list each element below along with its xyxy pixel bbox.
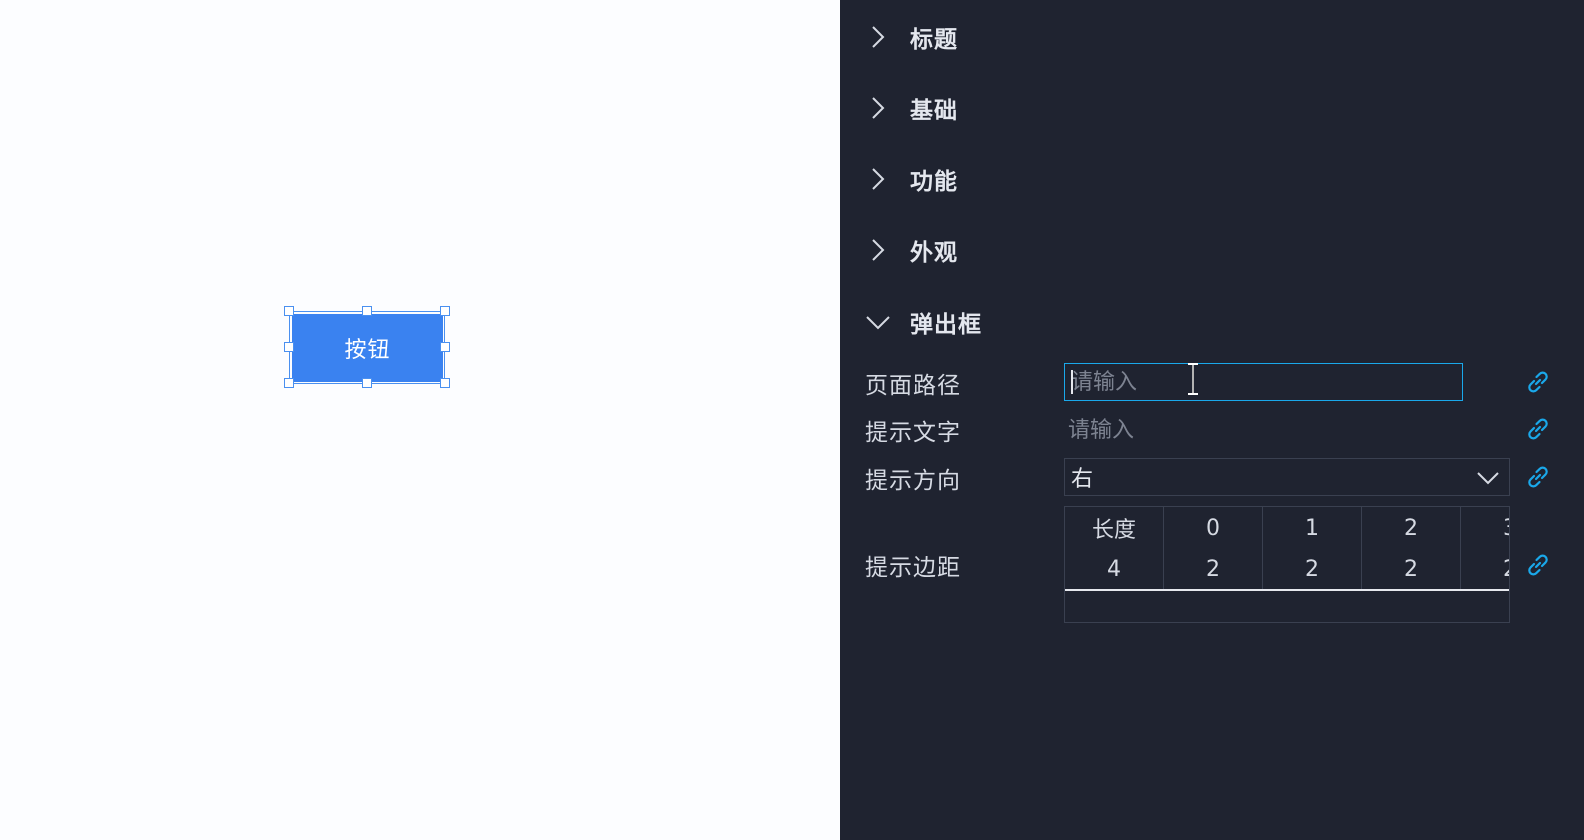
page-path-input[interactable] [1064, 363, 1463, 401]
table-header-cell: 2 [1362, 507, 1461, 549]
table-scrollbar[interactable] [1065, 589, 1509, 591]
tip-direction-label: 提示方向 [865, 468, 961, 494]
chevron-right-icon [864, 94, 892, 122]
chevron-right-icon [864, 236, 892, 264]
table-header-cell: 1 [1263, 507, 1362, 549]
selection-frame [289, 311, 445, 384]
table-value-cell[interactable]: 2 [1164, 549, 1263, 589]
resize-handle-bottom[interactable] [362, 378, 372, 388]
section-header-popup[interactable]: 弹出框 [864, 302, 982, 342]
tip-text-label: 提示文字 [865, 420, 961, 446]
link-icon[interactable] [1524, 551, 1552, 579]
table-header-cell: 0 [1164, 507, 1263, 549]
table-value-cell[interactable]: 2 [1263, 549, 1362, 589]
page-path-label: 页面路径 [865, 373, 961, 399]
link-icon[interactable] [1524, 415, 1552, 443]
resize-handle-bottom-right[interactable] [440, 378, 450, 388]
ibeam-cursor-icon [1188, 363, 1198, 395]
tip-text-input[interactable] [1064, 411, 1471, 449]
section-header-function[interactable]: 功能 [864, 159, 958, 199]
resize-handle-top[interactable] [362, 306, 372, 316]
chevron-right-icon [864, 23, 892, 51]
link-icon[interactable] [1524, 368, 1552, 396]
tip-margin-table[interactable]: 长度 0 1 2 3 4 2 2 2 2 [1064, 506, 1510, 623]
table-header-cell: 3 [1461, 507, 1509, 549]
table-value-cell[interactable]: 2 [1461, 549, 1509, 589]
chevron-down-icon [1477, 472, 1499, 485]
table-header-cell: 长度 [1065, 507, 1164, 549]
section-header-appearance[interactable]: 外观 [864, 230, 958, 270]
property-panel: 标题 基础 功能 外观 弹出框 页面路径 请输入 提示文字 请输入 提示方向 右… [840, 0, 1584, 840]
design-canvas[interactable]: 按钮 [0, 0, 840, 840]
section-title: 标题 [910, 27, 958, 53]
tip-margin-label: 提示边距 [865, 555, 961, 581]
section-title: 外观 [910, 240, 958, 266]
tip-direction-select[interactable]: 右 [1064, 458, 1510, 496]
chevron-down-icon [864, 308, 892, 336]
table-value-cell[interactable]: 2 [1362, 549, 1461, 589]
section-title: 基础 [910, 98, 958, 124]
table-value-cell[interactable]: 4 [1065, 549, 1164, 589]
text-caret [1071, 370, 1073, 394]
tip-margin-grid: 长度 0 1 2 3 4 2 2 2 2 [1065, 507, 1509, 589]
section-header-title[interactable]: 标题 [864, 17, 958, 57]
resize-handle-top-left[interactable] [284, 306, 294, 316]
link-icon[interactable] [1524, 463, 1552, 491]
tip-direction-value: 右 [1071, 467, 1094, 492]
app-root: 按钮 标题 基础 功能 外观 弹出框 页面路径 请输入 提示文字 请输入 提示方… [0, 0, 1584, 840]
section-title: 功能 [910, 169, 958, 195]
resize-handle-top-right[interactable] [440, 306, 450, 316]
resize-handle-right[interactable] [440, 342, 450, 352]
resize-handle-left[interactable] [284, 342, 294, 352]
resize-handle-bottom-left[interactable] [284, 378, 294, 388]
section-header-basic[interactable]: 基础 [864, 88, 958, 128]
chevron-right-icon [864, 165, 892, 193]
section-title: 弹出框 [910, 312, 982, 338]
